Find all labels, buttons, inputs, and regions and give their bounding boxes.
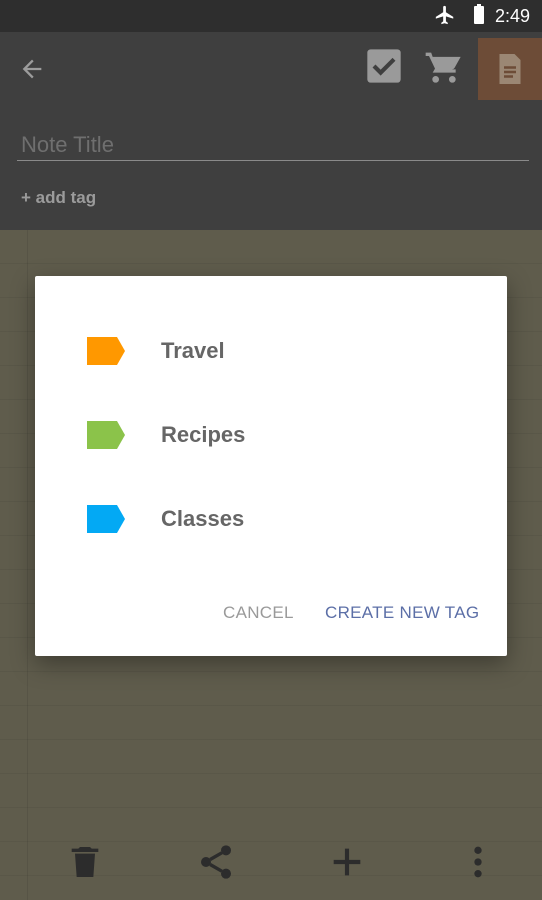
share-icon[interactable] [196, 842, 236, 882]
note-title-input[interactable] [17, 130, 529, 161]
tag-picker-dialog: Travel Recipes Classes CANCEL CREATE NEW… [35, 276, 507, 656]
status-time: 2:49 [494, 6, 530, 26]
tag-label: Travel [161, 338, 225, 363]
battery-icon [474, 4, 484, 24]
note-mode-button[interactable] [478, 38, 542, 100]
cart-icon[interactable] [424, 46, 464, 86]
tag-option-classes[interactable]: Classes [35, 481, 507, 557]
create-new-tag-button[interactable]: CREATE NEW TAG [325, 603, 479, 623]
tag-label: Recipes [161, 422, 246, 447]
add-tag-link[interactable]: + add tag [21, 188, 96, 208]
status-bar: 2:49 [0, 0, 542, 32]
tag-option-travel[interactable]: Travel [35, 313, 507, 389]
green-tag-flag-icon [87, 421, 125, 449]
airplane-mode-icon [435, 5, 454, 25]
checkbox-icon[interactable] [364, 46, 404, 86]
orange-tag-flag-icon [87, 337, 125, 365]
trash-icon[interactable] [65, 842, 105, 882]
blue-tag-flag-icon [87, 505, 125, 533]
cancel-button[interactable]: CANCEL [223, 603, 294, 623]
note-icon [499, 54, 521, 84]
bottom-actions [0, 830, 542, 900]
more-icon[interactable] [458, 842, 498, 882]
plus-icon[interactable] [327, 842, 367, 882]
tag-label: Classes [161, 506, 245, 531]
back-arrow-icon[interactable] [18, 55, 46, 83]
margin-line [27, 230, 28, 900]
note-toolbar: + add tag [0, 32, 542, 230]
tag-option-recipes[interactable]: Recipes [35, 397, 507, 473]
